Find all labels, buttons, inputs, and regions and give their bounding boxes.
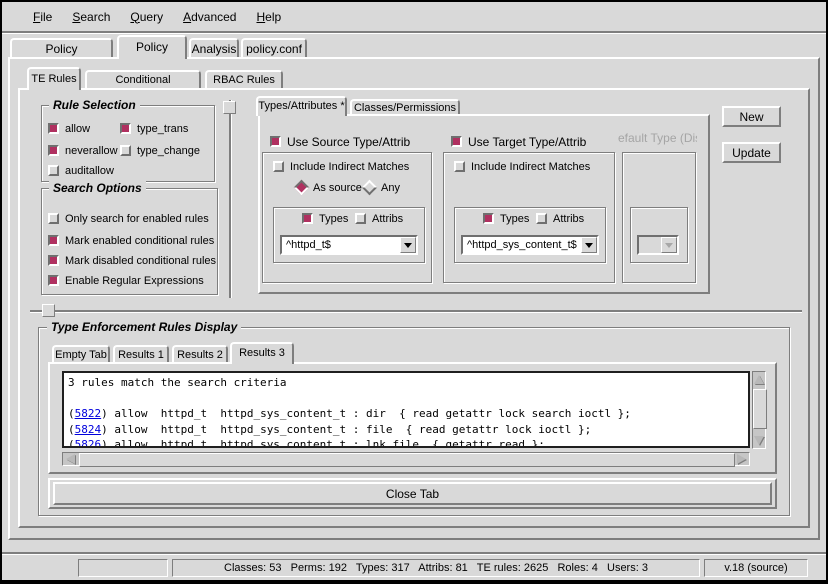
results-text-area[interactable]: 3 rules match the search criteria (5822)… (62, 371, 750, 448)
checkbox-target-indirect-indicator (454, 161, 465, 172)
menu-query[interactable]: Query (130, 10, 163, 24)
checkbox-source-attribs[interactable]: Attribs (355, 212, 403, 225)
vertical-scrollbar[interactable] (752, 371, 766, 449)
checkbox-neverallow-indicator (48, 145, 59, 156)
checkbox-use-target-type[interactable]: Use Target Type/Attrib (451, 135, 586, 148)
tab-conditional-expressions[interactable]: Conditional Expressions (85, 70, 201, 90)
checkbox-neverallow[interactable]: neverallow (48, 144, 118, 157)
checkbox-auditallow[interactable]: auditallow (48, 164, 114, 177)
checkbox-mark-disabled-conditional[interactable]: Mark disabled conditional rules (48, 254, 216, 267)
checkbox-target-attribs[interactable]: Attribs (536, 212, 584, 225)
vertical-sash-handle[interactable] (223, 101, 236, 114)
horizontal-scrollbar[interactable] (62, 452, 750, 466)
checkbox-use-source-type[interactable]: Use Source Type/Attrib (270, 135, 410, 148)
tab-policy-conf[interactable]: policy.conf (241, 38, 307, 59)
target-type-combobox[interactable]: ^httpd_sys_content_t$ (461, 235, 599, 255)
checkbox-use-target-indicator (451, 136, 462, 147)
target-dropdown-arrow-icon[interactable] (581, 237, 597, 253)
default-type-combobox (637, 235, 679, 255)
scroll-left-icon[interactable] (64, 453, 77, 465)
checkbox-type-change-indicator (120, 145, 131, 156)
rule-selection-title: Rule Selection (49, 98, 140, 112)
scroll-up-icon[interactable] (753, 373, 765, 386)
horizontal-scrollbar-thumb[interactable] (79, 453, 735, 467)
tab-rbac-rules[interactable]: RBAC Rules (205, 70, 283, 90)
target-type-value: ^httpd_sys_content_t$ (463, 239, 581, 251)
radio-any[interactable]: Any (364, 181, 400, 194)
checkbox-target-types[interactable]: Types (483, 212, 529, 225)
checkbox-mark-disabled-indicator (48, 255, 59, 266)
rule-line-3: (5826) allow httpd_t httpd_sys_content_t… (64, 437, 748, 448)
vertical-sash-line (229, 100, 231, 298)
te-display-title: Type Enforcement Rules Display (47, 320, 241, 334)
checkbox-mark-enabled-indicator (48, 235, 59, 246)
checkbox-auditallow-indicator (48, 165, 59, 176)
vertical-scrollbar-thumb[interactable] (753, 389, 767, 429)
checkbox-allow[interactable]: allow (48, 122, 90, 135)
radio-any-indicator (362, 180, 378, 196)
statusbar-stats: Classes: 53 Perms: 192 Types: 317 Attrib… (172, 559, 700, 577)
checkbox-target-attribs-indicator (536, 213, 547, 224)
scroll-right-icon[interactable] (735, 453, 748, 465)
menu-bar: File Search Query Advanced Help (2, 2, 826, 31)
update-button[interactable]: Update (722, 142, 781, 163)
checkbox-source-attribs-indicator (355, 213, 366, 224)
default-dropdown-arrow-icon (661, 237, 677, 253)
source-type-combobox[interactable]: ^httpd_t$ (280, 235, 418, 255)
checkbox-only-enabled-rules[interactable]: Only search for enabled rules (48, 212, 209, 225)
menu-file[interactable]: File (33, 10, 52, 24)
rule-id-link-5822[interactable]: 5822 (75, 407, 102, 420)
tab-policy-components[interactable]: Policy Components (10, 38, 113, 59)
checkbox-enable-regex[interactable]: Enable Regular Expressions (48, 274, 204, 287)
checkbox-allow-indicator (48, 123, 59, 134)
checkbox-type-trans[interactable]: type_trans (120, 122, 188, 135)
statusbar-left-panel (78, 559, 168, 577)
scroll-down-icon[interactable] (753, 434, 765, 447)
checkbox-target-types-indicator (483, 213, 494, 224)
tab-results-3[interactable]: Results 3 (230, 342, 294, 364)
checkbox-source-types-indicator (302, 213, 313, 224)
checkbox-type-change[interactable]: type_change (120, 144, 200, 157)
checkbox-mark-enabled-conditional[interactable]: Mark enabled conditional rules (48, 234, 214, 247)
rule-id-link-5824[interactable]: 5824 (75, 423, 102, 436)
menu-help[interactable]: Help (256, 10, 281, 24)
rule-line-1: (5822) allow httpd_t httpd_sys_content_t… (64, 406, 748, 422)
tab-te-rules[interactable]: TE Rules (27, 67, 81, 90)
checkbox-enable-regex-indicator (48, 275, 59, 286)
rule-id-link-5826[interactable]: 5826 (75, 438, 102, 448)
checkbox-target-include-indirect[interactable]: Include Indirect Matches (454, 160, 590, 173)
new-button[interactable]: New (722, 106, 781, 127)
rule-line-2: (5824) allow httpd_t httpd_sys_content_t… (64, 422, 748, 438)
checkbox-type-trans-indicator (120, 123, 131, 134)
close-tab-button[interactable]: Close Tab (53, 482, 772, 505)
statusbar-version: v.18 (source) (704, 559, 808, 577)
radio-as-source[interactable]: As source (296, 181, 362, 194)
source-dropdown-arrow-icon[interactable] (400, 237, 416, 253)
radio-as-source-indicator (294, 180, 310, 196)
horizontal-sash-line (30, 310, 802, 312)
default-type-label: efault Type (Disa (618, 131, 697, 145)
checkbox-use-source-indicator (270, 136, 281, 147)
statusbar-separator (2, 552, 826, 554)
checkbox-source-types[interactable]: Types (302, 212, 348, 225)
search-options-title: Search Options (49, 181, 146, 195)
menu-advanced[interactable]: Advanced (183, 10, 236, 24)
horizontal-sash-handle[interactable] (42, 304, 55, 317)
apol-window: File Search Query Advanced Help Policy C… (0, 0, 828, 584)
results-blank-line (64, 391, 748, 407)
tab-types-attributes[interactable]: Types/Attributes * (256, 96, 347, 116)
source-type-value: ^httpd_t$ (282, 239, 400, 251)
checkbox-source-indirect-indicator (273, 161, 284, 172)
menu-search[interactable]: Search (72, 10, 110, 24)
checkbox-only-enabled-indicator (48, 213, 59, 224)
results-summary: 3 rules match the search criteria (64, 375, 748, 391)
tab-analysis[interactable]: Analysis (189, 38, 239, 59)
tab-policy-rules[interactable]: Policy Rules (117, 35, 187, 59)
checkbox-source-include-indirect[interactable]: Include Indirect Matches (273, 160, 409, 173)
menu-separator (2, 31, 826, 33)
